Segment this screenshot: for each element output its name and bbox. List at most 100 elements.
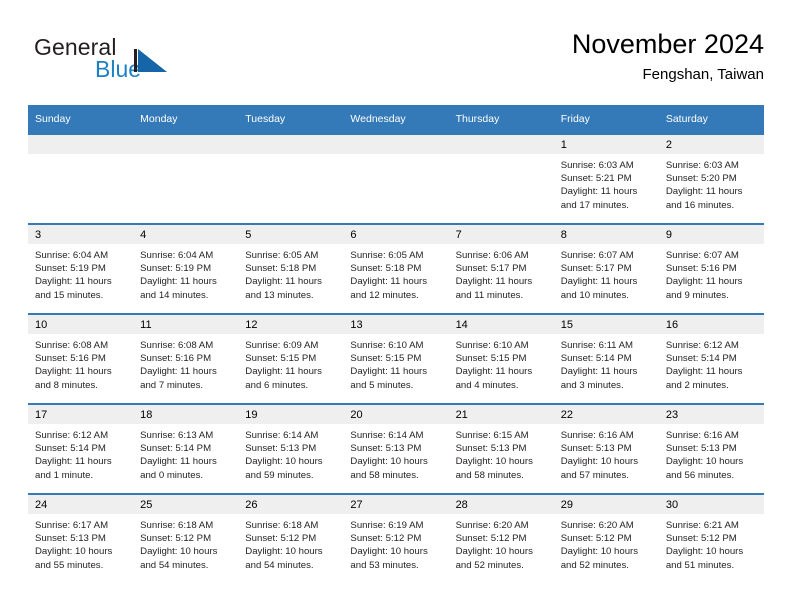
calendar-cell-empty (133, 133, 239, 224)
calendar-day-cell[interactable]: 22 Sunrise: 6:16 AM Sunset: 5:13 PM Dayligh… (553, 403, 659, 494)
calendar-day-cell[interactable]: 10 Sunrise: 6:08 AM Sunset: 5:16 PM Dayligh… (28, 313, 134, 404)
title-block: November 2024 Fengshan, Taiwan (572, 28, 764, 85)
calendar-day-cell[interactable]: 29 Sunrise: 6:20 AM Sunset: 5:12 PM Dayligh… (553, 493, 659, 583)
calendar-day-cell[interactable]: 5 Sunrise: 6:05 AM Sunset: 5:18 PM Daylight… (238, 223, 344, 314)
calendar-day-cell[interactable]: 9 Sunrise: 6:07 AM Sunset: 5:16 PM Daylight… (658, 223, 764, 314)
daylight-duration-line1: Daylight: 11 hours (665, 366, 743, 378)
calendar-day-cell[interactable]: 19 Sunrise: 6:14 AM Sunset: 5:13 PM Dayligh… (238, 403, 344, 494)
daylight-duration-line2: and 8 minutes. (35, 379, 98, 391)
calendar-day-cell[interactable]: 2 Sunrise: 6:03 AM Sunset: 5:20 PM Daylight… (658, 133, 764, 224)
calendar-page: General Blue November 2024 Fengshan, Tai… (0, 0, 792, 612)
sunrise-time: Sunrise: 6:05 AM (245, 250, 319, 261)
daylight-duration-line2: and 4 minutes. (455, 379, 519, 391)
calendar-day-cell[interactable]: 28 Sunrise: 6:20 AM Sunset: 5:12 PM Dayligh… (448, 493, 554, 583)
day-details: Sunrise: 6:16 AM Sunset: 5:13 PM Daylight:… (554, 424, 659, 482)
triangle-logo-icon (134, 49, 167, 72)
day-number: 27 (343, 495, 449, 514)
day-number: 16 (658, 315, 764, 334)
day-number: 20 (343, 405, 449, 424)
calendar-table: Sunday Monday Tuesday Wednesday Thursday… (28, 105, 764, 583)
daylight-duration-line2: and 6 minutes. (245, 379, 309, 391)
day-number: 14 (448, 315, 554, 334)
daylight-duration-line1: Daylight: 10 hours (455, 546, 533, 558)
calendar-day-cell[interactable]: 12 Sunrise: 6:09 AM Sunset: 5:15 PM Dayligh… (238, 313, 344, 404)
day-details: Sunrise: 6:18 AM Sunset: 5:12 PM Daylight:… (133, 514, 238, 572)
weekday-header-sunday: Sunday (28, 105, 134, 134)
day-number: 17 (28, 405, 134, 424)
calendar-day-cell[interactable]: 16 Sunrise: 6:12 AM Sunset: 5:14 PM Dayligh… (658, 313, 764, 404)
sunrise-time: Sunrise: 6:04 AM (35, 250, 109, 261)
calendar-day-cell[interactable]: 13 Sunrise: 6:10 AM Sunset: 5:15 PM Dayligh… (343, 313, 449, 404)
brand-logo[interactable]: General Blue (34, 34, 264, 94)
calendar-day-cell[interactable]: 26 Sunrise: 6:18 AM Sunset: 5:12 PM Dayligh… (238, 493, 344, 583)
sunrise-time: Sunrise: 6:12 AM (35, 430, 109, 441)
calendar-day-cell[interactable]: 18 Sunrise: 6:13 AM Sunset: 5:14 PM Dayligh… (133, 403, 239, 494)
daylight-duration-line2: and 13 minutes. (245, 289, 314, 301)
sunset-time: Sunset: 5:12 PM (350, 533, 422, 545)
sunset-time: Sunset: 5:12 PM (455, 533, 527, 545)
calendar-day-cell[interactable]: 6 Sunrise: 6:05 AM Sunset: 5:18 PM Daylight… (343, 223, 449, 314)
calendar-body: 1 Sunrise: 6:03 AM Sunset: 5:21 PM Daylight… (28, 133, 764, 583)
sunset-time: Sunset: 5:13 PM (455, 443, 527, 455)
day-details: Sunrise: 6:07 AM Sunset: 5:17 PM Daylight:… (554, 244, 659, 302)
calendar-day-cell[interactable]: 25 Sunrise: 6:18 AM Sunset: 5:12 PM Dayligh… (133, 493, 239, 583)
day-number: 23 (658, 405, 764, 424)
day-number: 11 (133, 315, 239, 334)
calendar-day-cell[interactable]: 8 Sunrise: 6:07 AM Sunset: 5:17 PM Daylight… (553, 223, 659, 314)
sunrise-time: Sunrise: 6:05 AM (350, 250, 424, 261)
sunset-time: Sunset: 5:12 PM (245, 533, 317, 545)
sunset-time: Sunset: 5:18 PM (350, 263, 422, 275)
sunrise-time: Sunrise: 6:06 AM (455, 250, 529, 261)
calendar-day-cell[interactable]: 27 Sunrise: 6:19 AM Sunset: 5:12 PM Dayligh… (343, 493, 449, 583)
daylight-duration-line1: Daylight: 11 hours (140, 366, 217, 378)
day-number: 25 (133, 495, 239, 514)
sunrise-time: Sunrise: 6:20 AM (455, 520, 529, 531)
sunset-time: Sunset: 5:12 PM (665, 533, 737, 545)
weekday-header-saturday: Saturday (658, 105, 764, 134)
calendar-day-cell[interactable]: 30 Sunrise: 6:21 AM Sunset: 5:12 PM Dayligh… (658, 493, 764, 583)
sunrise-time: Sunrise: 6:20 AM (560, 520, 634, 531)
calendar-day-cell[interactable]: 3 Sunrise: 6:04 AM Sunset: 5:19 PM Daylight… (28, 223, 134, 314)
calendar-day-cell[interactable]: 20 Sunrise: 6:14 AM Sunset: 5:13 PM Dayligh… (343, 403, 449, 494)
daylight-duration-line2: and 14 minutes. (140, 289, 209, 301)
day-number: 29 (553, 495, 659, 514)
daylight-duration-line2: and 12 minutes. (350, 289, 419, 301)
daylight-duration-line2: and 57 minutes. (560, 469, 629, 481)
calendar-day-cell[interactable]: 11 Sunrise: 6:08 AM Sunset: 5:16 PM Dayligh… (133, 313, 239, 404)
day-number: 24 (28, 495, 134, 514)
day-number: 26 (238, 495, 344, 514)
calendar-day-cell[interactable]: 15 Sunrise: 6:11 AM Sunset: 5:14 PM Dayligh… (553, 313, 659, 404)
calendar-cell-empty (238, 133, 344, 224)
day-details: Sunrise: 6:08 AM Sunset: 5:16 PM Daylight:… (133, 334, 238, 392)
calendar-day-cell[interactable]: 14 Sunrise: 6:10 AM Sunset: 5:15 PM Dayligh… (448, 313, 554, 404)
calendar-day-cell[interactable]: 1 Sunrise: 6:03 AM Sunset: 5:21 PM Daylight… (553, 133, 659, 224)
day-details: Sunrise: 6:21 AM Sunset: 5:12 PM Daylight:… (659, 514, 764, 572)
daylight-duration-line1: Daylight: 11 hours (140, 276, 217, 288)
day-details: Sunrise: 6:03 AM Sunset: 5:20 PM Daylight:… (659, 154, 764, 212)
calendar-day-cell[interactable]: 4 Sunrise: 6:04 AM Sunset: 5:19 PM Daylight… (133, 223, 239, 314)
daylight-duration-line2: and 54 minutes. (140, 559, 209, 571)
sunset-time: Sunset: 5:15 PM (245, 353, 317, 365)
daylight-duration-line1: Daylight: 10 hours (560, 456, 639, 468)
day-number: 13 (343, 315, 449, 334)
daylight-duration-line1: Daylight: 11 hours (665, 276, 743, 288)
day-details: Sunrise: 6:10 AM Sunset: 5:15 PM Daylight:… (343, 334, 448, 392)
calendar-day-cell[interactable]: 17 Sunrise: 6:12 AM Sunset: 5:14 PM Dayligh… (28, 403, 134, 494)
daylight-duration-line2: and 53 minutes. (350, 559, 419, 571)
day-details: Sunrise: 6:14 AM Sunset: 5:13 PM Daylight:… (343, 424, 448, 482)
daylight-duration-line2: and 54 minutes. (245, 559, 314, 571)
day-details: Sunrise: 6:07 AM Sunset: 5:16 PM Daylight:… (659, 244, 764, 302)
calendar-cell-empty (343, 133, 449, 224)
day-number: 6 (343, 225, 449, 244)
day-number: 10 (28, 315, 134, 334)
calendar-week-row: 3 Sunrise: 6:04 AM Sunset: 5:19 PM Daylight… (28, 223, 764, 314)
calendar-week-row: 10 Sunrise: 6:08 AM Sunset: 5:16 PM Dayligh… (28, 313, 764, 404)
sunrise-time: Sunrise: 6:03 AM (665, 160, 739, 171)
calendar-day-cell[interactable]: 7 Sunrise: 6:06 AM Sunset: 5:17 PM Daylight… (448, 223, 554, 314)
calendar-day-cell[interactable]: 24 Sunrise: 6:17 AM Sunset: 5:13 PM Dayligh… (28, 493, 134, 583)
calendar-day-cell[interactable]: 23 Sunrise: 6:16 AM Sunset: 5:13 PM Dayligh… (658, 403, 764, 494)
calendar-day-cell[interactable]: 21 Sunrise: 6:15 AM Sunset: 5:13 PM Dayligh… (448, 403, 554, 494)
sunset-time: Sunset: 5:17 PM (560, 263, 632, 275)
daylight-duration-line1: Daylight: 11 hours (560, 186, 638, 198)
sunrise-time: Sunrise: 6:16 AM (665, 430, 739, 441)
